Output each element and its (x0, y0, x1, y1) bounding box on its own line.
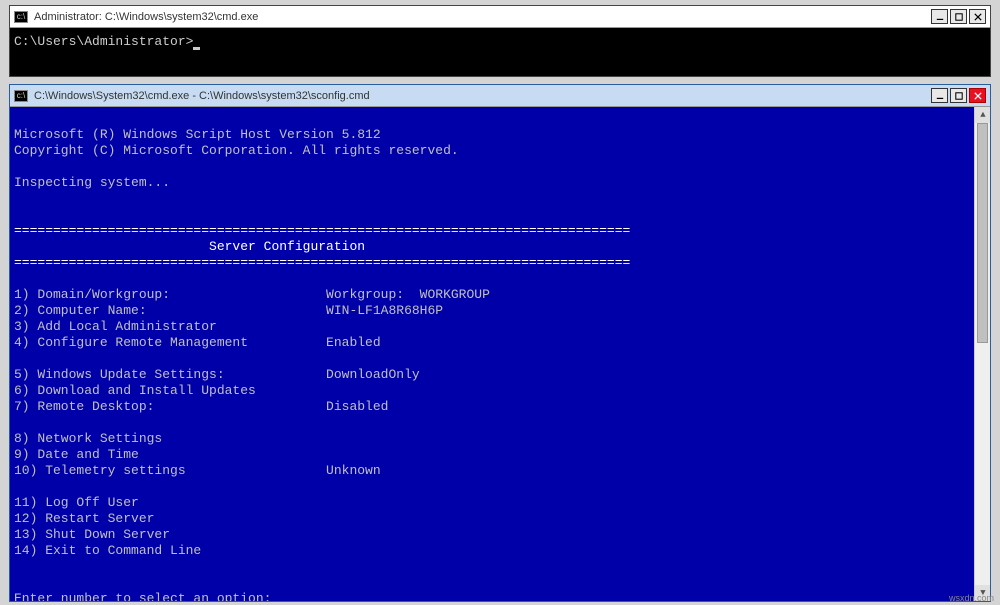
sconfig-window: c:\ C:\Windows\System32\cmd.exe - C:\Win… (9, 84, 991, 602)
scrollbar[interactable]: ▲ ▼ (974, 107, 990, 601)
menu-item-11: 11) Log Off User (14, 495, 139, 510)
script-host-line: Microsoft (R) Windows Script Host Versio… (14, 127, 381, 142)
close-button[interactable] (969, 88, 986, 103)
cmd-prompt: C:\Users\Administrator> (14, 34, 193, 49)
minimize-button[interactable] (931, 9, 948, 24)
close-button[interactable] (969, 9, 986, 24)
minimize-button[interactable] (931, 88, 948, 103)
section-heading: Server Configuration (14, 239, 365, 254)
inspecting-line: Inspecting system... (14, 175, 170, 190)
sconfig-terminal[interactable]: Microsoft (R) Windows Script Host Versio… (10, 107, 990, 601)
cursor (193, 47, 200, 50)
rule-bottom: ========================================… (14, 255, 630, 270)
menu-item-4: 4) Configure Remote Management Enabled (14, 335, 381, 350)
scroll-up-button[interactable]: ▲ (975, 107, 990, 123)
sconfig-window-title: C:\Windows\System32\cmd.exe - C:\Windows… (34, 90, 370, 102)
menu-item-13: 13) Shut Down Server (14, 527, 170, 542)
menu-item-6: 6) Download and Install Updates (14, 383, 256, 398)
menu-item-5: 5) Windows Update Settings: DownloadOnly (14, 367, 420, 382)
input-prompt: Enter number to select an option: (14, 591, 271, 601)
scroll-thumb[interactable] (977, 123, 988, 343)
cmd-window: c:\ Administrator: C:\Windows\system32\c… (9, 5, 991, 77)
watermark: wsxdn.com (949, 593, 994, 603)
maximize-button[interactable] (950, 88, 967, 103)
menu-item-7: 7) Remote Desktop: Disabled (14, 399, 388, 414)
cmd-window-title: Administrator: C:\Windows\system32\cmd.e… (34, 11, 258, 23)
copyright-line: Copyright (C) Microsoft Corporation. All… (14, 143, 459, 158)
cmd-terminal[interactable]: C:\Users\Administrator> (10, 28, 990, 76)
cmd-titlebar[interactable]: c:\ Administrator: C:\Windows\system32\c… (10, 6, 990, 28)
menu-item-8: 8) Network Settings (14, 431, 162, 446)
menu-item-10: 10) Telemetry settings Unknown (14, 463, 381, 478)
menu-item-3: 3) Add Local Administrator (14, 319, 217, 334)
maximize-button[interactable] (950, 9, 967, 24)
cmd-icon: c:\ (14, 11, 28, 23)
menu-item-1: 1) Domain/Workgroup: Workgroup: WORKGROU… (14, 287, 490, 302)
menu-item-14: 14) Exit to Command Line (14, 543, 201, 558)
menu-item-9: 9) Date and Time (14, 447, 139, 462)
sconfig-titlebar[interactable]: c:\ C:\Windows\System32\cmd.exe - C:\Win… (10, 85, 990, 107)
cmd-icon: c:\ (14, 90, 28, 102)
rule-top: ========================================… (14, 223, 630, 238)
menu-item-2: 2) Computer Name: WIN-LF1A8R68H6P (14, 303, 443, 318)
menu-item-12: 12) Restart Server (14, 511, 154, 526)
